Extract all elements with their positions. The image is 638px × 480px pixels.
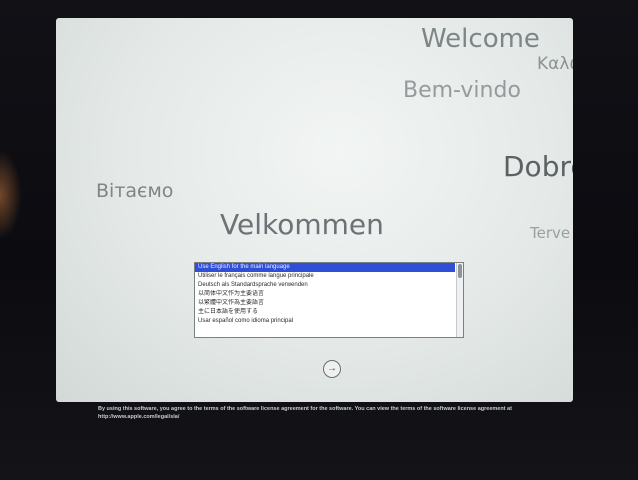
- welcome-word-belarusian: Вітаємо: [96, 180, 174, 202]
- language-option-german[interactable]: Deutsch als Standardsprache verwenden: [195, 281, 455, 290]
- language-option-japanese[interactable]: 主に日本語を使用する: [195, 308, 455, 317]
- welcome-word-greek: Καλώ: [537, 54, 573, 74]
- welcome-word-croatian: Dobro: [503, 150, 573, 183]
- setup-assistant-screen: Welcome Καλώ Bem-vindo Dobro Вітаємо Vel…: [56, 18, 573, 402]
- license-notice-text: By using this software, you agree to the…: [98, 406, 512, 412]
- welcome-word-portuguese: Bem-vindo: [403, 78, 521, 103]
- language-option-simplified-chinese[interactable]: 以简体中文作为主要语言: [195, 290, 455, 299]
- license-notice: By using this software, you agree to the…: [98, 405, 568, 421]
- continue-button[interactable]: →: [323, 360, 341, 378]
- welcome-word-norwegian: Velkommen: [220, 208, 384, 241]
- language-option-english[interactable]: Use English for the main language: [195, 263, 455, 272]
- language-option-french[interactable]: Utiliser le français comme langue princi…: [195, 272, 455, 281]
- license-link[interactable]: http://www.apple.com/legal/sla/: [98, 414, 179, 420]
- ambient-light-reflection: [0, 150, 22, 240]
- language-list[interactable]: Use English for the main language Utilis…: [194, 262, 464, 338]
- language-option-traditional-chinese[interactable]: 以繁體中文作為主要語言: [195, 299, 455, 308]
- language-option-spanish[interactable]: Usar español como idioma principal: [195, 317, 455, 326]
- language-list-scrollbar[interactable]: [456, 263, 463, 337]
- welcome-word-english: Welcome: [421, 24, 540, 54]
- welcome-word-finnish: Terve: [530, 224, 571, 242]
- arrow-right-icon: →: [327, 363, 337, 374]
- scrollbar-thumb[interactable]: [458, 264, 462, 278]
